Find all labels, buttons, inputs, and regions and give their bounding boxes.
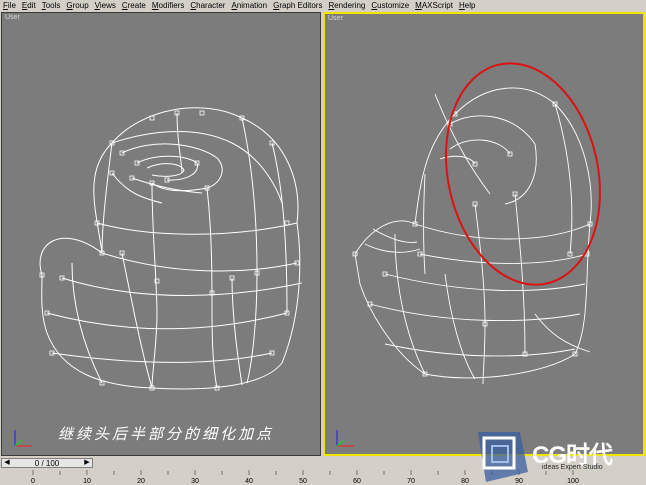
prev-frame-icon[interactable]: ◀ <box>2 459 12 467</box>
time-slider-label: 0 / 100 <box>34 459 60 468</box>
menu-item-create[interactable]: Create <box>119 0 149 11</box>
highlight-ellipse <box>445 62 601 286</box>
menu-item-tools[interactable]: Tools <box>39 0 64 11</box>
time-slider[interactable]: ◀ 0 / 100 ▶ <box>1 458 93 468</box>
menu-item-customize[interactable]: Customize <box>368 0 412 11</box>
ruler-label: 50 <box>299 478 307 485</box>
ruler-label: 10 <box>83 478 91 485</box>
menu-item-maxscript[interactable]: MAXScript <box>412 0 456 11</box>
ruler-label: 30 <box>191 478 199 485</box>
menu-item-rendering[interactable]: Rendering <box>325 0 368 11</box>
menu-item-character[interactable]: Character <box>187 0 228 11</box>
viewport-right[interactable]: User <box>323 12 645 456</box>
axis-gizmo-right <box>336 430 354 447</box>
wireframe-model-left <box>39 107 303 391</box>
menu-item-file[interactable]: File <box>0 0 19 11</box>
ruler-label: 80 <box>461 478 469 485</box>
viewport-area: User User 继续头后半部分的细化加点 <box>0 11 646 457</box>
wireframe-model-right <box>352 62 601 385</box>
ruler-label: 60 <box>353 478 361 485</box>
axis-gizmo-left <box>14 430 32 447</box>
logo-subtext: ideas Expert Studio <box>542 464 603 471</box>
cg-logo: CG时代 ideas Expert Studio <box>470 422 646 485</box>
ruler-label: 0 <box>31 478 35 485</box>
next-frame-icon[interactable]: ▶ <box>82 459 92 467</box>
ruler-label: 40 <box>245 478 253 485</box>
ruler-label: 20 <box>137 478 145 485</box>
vertex-marker <box>199 110 205 116</box>
viewport-left[interactable]: User <box>1 12 321 456</box>
menu-item-help[interactable]: Help <box>456 0 478 11</box>
menu-item-graph-editors[interactable]: Graph Editors <box>270 0 325 11</box>
menu-item-animation[interactable]: Animation <box>228 0 270 11</box>
menu-item-views[interactable]: Views <box>92 0 119 11</box>
menu-item-modifiers[interactable]: Modifiers <box>149 0 187 11</box>
caption-text: 继续头后半部分的细化加点 <box>58 425 275 443</box>
menu-item-edit[interactable]: Edit <box>19 0 39 11</box>
ruler-label: 70 <box>407 478 415 485</box>
menu-item-group[interactable]: Group <box>63 0 91 11</box>
